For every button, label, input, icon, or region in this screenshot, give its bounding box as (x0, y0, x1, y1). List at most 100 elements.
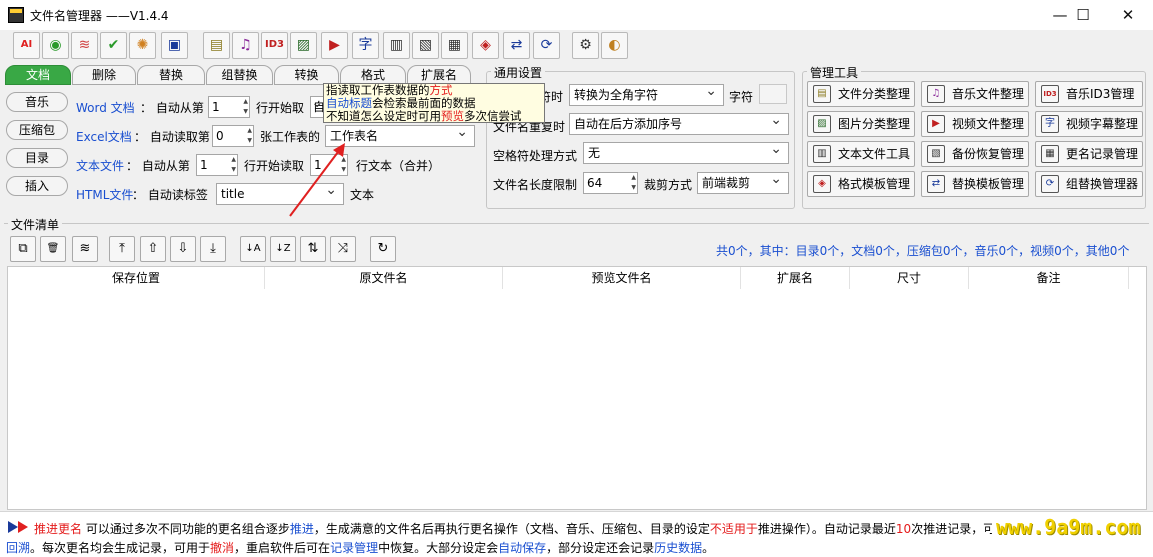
replace-template-icon[interactable]: ⇄ (503, 32, 530, 59)
help-text-segment: ，生成满意的文件名后再执行更名操作（文档、音乐、压缩包、目录的设定 (313, 522, 710, 536)
text-file-icon[interactable]: ▥ (383, 32, 410, 59)
tab-6[interactable]: 扩展名 (407, 65, 471, 85)
subtitle-file-icon[interactable]: 字 (352, 32, 379, 59)
help-text-segment: 历史数据 (654, 541, 703, 555)
help-text-segment: 自动保存 (498, 541, 547, 555)
wave-icon[interactable]: ≋ (71, 32, 98, 59)
tool-icon-9: ◈ (813, 175, 831, 193)
excel-sheet-spinner[interactable]: 0 (212, 125, 254, 147)
cut-mode-combo[interactable]: 前端裁剪 (697, 172, 789, 194)
sparkle-icon[interactable]: ✺ (129, 32, 156, 59)
help-text-segment: 记录管理 (330, 541, 379, 555)
help-text-segment: 推进操作）。自动记录最近 (757, 522, 896, 536)
text-suffix-label: 行文本（合并） (356, 159, 441, 173)
image-file-icon[interactable]: ▨ (290, 32, 317, 59)
tool-label-7: 备份恢复管理 (952, 147, 1025, 161)
column-header-1[interactable]: 原文件名 (265, 267, 503, 289)
tool-button-6[interactable]: ▥ 文本文件工具 (807, 141, 915, 167)
save-icon[interactable]: ▣ (161, 32, 188, 59)
maximize-button[interactable]: ☐ (1060, 0, 1106, 30)
side-tab-2[interactable]: 目录 (6, 148, 68, 168)
template-icon[interactable]: ◈ (472, 32, 499, 59)
tool-button-8[interactable]: ▦ 更名记录管理 (1035, 141, 1143, 167)
move-bottom-icon[interactable]: ⤓ (200, 236, 226, 262)
text-start-spinner[interactable]: 1 (196, 154, 238, 176)
music-file-icon[interactable]: ♫ (232, 32, 259, 59)
tab-3[interactable]: 组替换 (206, 65, 273, 85)
column-header-0[interactable]: 保存位置 (8, 267, 265, 289)
tool-label-2: 音乐ID3管理 (1066, 87, 1135, 101)
tab-4[interactable]: 转换 (274, 65, 339, 85)
side-tab-3[interactable]: 插入 (6, 176, 68, 196)
record-icon[interactable]: ▦ (441, 32, 468, 59)
tool-label-3: 图片分类整理 (838, 117, 911, 131)
duplicate-combo[interactable]: 自动在后方添加序号 (569, 113, 789, 135)
about-icon[interactable]: ◐ (601, 32, 628, 59)
tool-icon-7: ▧ (927, 145, 945, 163)
management-tools-title: 管理工具 (807, 64, 862, 81)
settings-icon[interactable]: ⚙ (572, 32, 599, 59)
fullwidth-combo[interactable]: 转换为全角字符 (569, 84, 724, 106)
sort-desc-icon[interactable]: ↓Z (270, 236, 296, 262)
help-footer: 推进更名 可以通过多次不同功能的更名组合逐步推进，生成满意的文件名后再执行更名操… (0, 511, 1153, 557)
tool-button-10[interactable]: ⇄ 替换模板管理 (921, 171, 1029, 197)
app-icon (8, 7, 24, 23)
tool-button-2[interactable]: ID3 音乐ID3管理 (1035, 81, 1143, 107)
side-tab-0[interactable]: 音乐 (6, 92, 68, 112)
move-top-icon[interactable]: ⤒ (109, 236, 135, 262)
column-header-5[interactable]: 备注 (969, 267, 1129, 289)
id3-icon[interactable]: ID3 (261, 32, 288, 59)
excel-mode-tooltip: 指读取工作表数据的方式 自动标题会检索最前面的数据 不知道怎么设定时可用预览多次… (323, 83, 545, 123)
general-settings-title: 通用设置 (491, 64, 546, 81)
backup-icon[interactable]: ▧ (412, 32, 439, 59)
cut-label: 裁剪方式 (644, 178, 693, 192)
clear-icon[interactable]: ≋ (72, 236, 98, 262)
ai-icon[interactable]: AI (13, 32, 40, 59)
column-header-4[interactable]: 尺寸 (850, 267, 969, 289)
tool-label-0: 文件分类整理 (838, 87, 911, 101)
tool-button-0[interactable]: ▤ 文件分类整理 (807, 81, 915, 107)
tool-button-1[interactable]: ♫ 音乐文件整理 (921, 81, 1029, 107)
archive-icon[interactable]: ▤ (203, 32, 230, 59)
tool-button-7[interactable]: ▧ 备份恢复管理 (921, 141, 1029, 167)
close-button[interactable]: ✕ (1105, 0, 1151, 30)
tab-5[interactable]: 格式 (340, 65, 406, 85)
tool-button-4[interactable]: ▶ 视频文件整理 (921, 111, 1029, 137)
space-combo[interactable]: 无 (583, 142, 789, 164)
file-table[interactable] (7, 266, 1147, 510)
video-file-icon[interactable]: ▶ (321, 32, 348, 59)
sort-asc-icon[interactable]: ↓A (240, 236, 266, 262)
excel-from-label: ： 自动读取第 (134, 130, 210, 144)
side-tab-1[interactable]: 压缩包 (6, 120, 68, 140)
tool-label-10: 替换模板管理 (952, 177, 1025, 191)
eye-icon[interactable]: ◉ (42, 32, 69, 59)
shuffle-icon[interactable]: ⤨ (330, 236, 356, 262)
tab-2[interactable]: 替换 (137, 65, 205, 85)
tool-button-3[interactable]: ▨ 图片分类整理 (807, 111, 915, 137)
check-icon[interactable]: ✔ (100, 32, 127, 59)
word-row-spinner[interactable]: 1 (208, 96, 250, 118)
column-header-2[interactable]: 预览文件名 (503, 267, 741, 289)
move-up-icon[interactable]: ⇧ (140, 236, 166, 262)
delete-icon[interactable]: 🗑 (40, 236, 66, 262)
reverse-icon[interactable]: ⇅ (300, 236, 326, 262)
length-spinner[interactable]: 64 (583, 172, 638, 194)
add-files-icon[interactable]: ⧉ (10, 236, 36, 262)
tool-button-5[interactable]: 字视频字幕整理 (1035, 111, 1143, 137)
column-header-3[interactable]: 扩展名 (741, 267, 850, 289)
help-text-segment: 中恢复。大部分设定会 (378, 541, 499, 555)
tab-1[interactable]: 删除 (72, 65, 136, 85)
tool-button-9[interactable]: ◈ 格式模板管理 (807, 171, 915, 197)
help-line-1: 推进更名 可以通过多次不同功能的更名组合逐步推进，生成满意的文件名后再执行更名操… (34, 520, 994, 537)
main-toolbar: AI ◉ ≋ ✔ ✺ ▣ ▤ ♫ ID3 ▨ ▶ 字 ▥ ▧ ▦ ◈ ⇄ ⟳ ⚙ ◐ (0, 32, 1153, 62)
tool-icon-11: ⟳ (1041, 175, 1059, 193)
char-input[interactable] (759, 84, 787, 104)
group-replace-icon[interactable]: ⟳ (533, 32, 560, 59)
refresh-icon[interactable]: ↻ (370, 236, 396, 262)
tab-0[interactable]: 文档 (5, 65, 71, 85)
tool-button-11[interactable]: ⟳ 组替换管理器 (1035, 171, 1143, 197)
move-down-icon[interactable]: ⇩ (170, 236, 196, 262)
tool-icon-6: ▥ (813, 145, 831, 163)
html-label: HTML文件 (76, 188, 134, 202)
tool-icon-0: ▤ (813, 85, 831, 103)
